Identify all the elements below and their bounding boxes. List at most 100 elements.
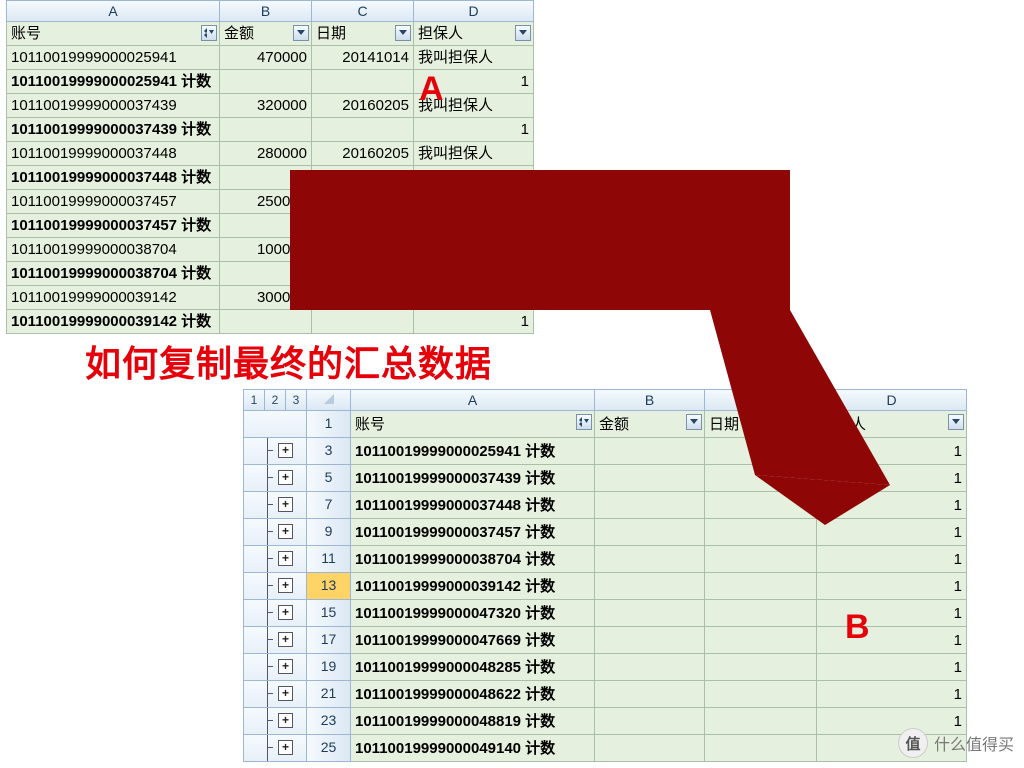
col-header-D[interactable]: D <box>414 0 534 22</box>
row-header[interactable]: 13 <box>307 573 351 600</box>
cell[interactable] <box>220 310 312 334</box>
expand-button[interactable]: + <box>278 713 293 728</box>
cell[interactable]: 1 <box>414 70 534 94</box>
cell[interactable] <box>312 166 414 190</box>
cell[interactable]: 1 <box>817 465 967 492</box>
cell[interactable] <box>705 438 817 465</box>
cell[interactable] <box>705 627 817 654</box>
cell[interactable]: 10110019999000025941 计数 <box>6 70 220 94</box>
cell[interactable]: 320000 <box>220 94 312 118</box>
cell[interactable]: 1 <box>414 310 534 334</box>
cell[interactable] <box>705 654 817 681</box>
filter-cell-date[interactable]: 日期 <box>705 411 817 438</box>
expand-button[interactable]: + <box>278 497 293 512</box>
expand-button[interactable]: + <box>278 632 293 647</box>
cell[interactable] <box>705 465 817 492</box>
filter-cell-guarantor[interactable]: 担保人 <box>414 22 534 46</box>
col-header-A-b[interactable]: A <box>351 389 595 411</box>
expand-button[interactable]: + <box>278 551 293 566</box>
cell[interactable]: 1 <box>414 214 534 238</box>
cell[interactable]: 我叫担保人 <box>414 286 534 310</box>
cell[interactable] <box>220 118 312 142</box>
cell[interactable]: 10110019999000037448 计数 <box>6 166 220 190</box>
filter-button[interactable] <box>798 414 814 430</box>
row-header[interactable]: 15 <box>307 600 351 627</box>
expand-button[interactable]: + <box>278 443 293 458</box>
cell[interactable]: 10110019999000039142 计数 <box>351 573 595 600</box>
cell[interactable] <box>705 681 817 708</box>
expand-button[interactable]: + <box>278 605 293 620</box>
cell[interactable] <box>595 735 705 762</box>
cell[interactable]: 20160205 <box>312 142 414 166</box>
cell[interactable] <box>595 546 705 573</box>
cell[interactable]: 20160324 <box>312 238 414 262</box>
cell[interactable] <box>220 214 312 238</box>
cell[interactable]: 10110019999000038704 <box>6 238 220 262</box>
cell[interactable] <box>312 214 414 238</box>
col-header-A[interactable]: A <box>6 0 220 22</box>
filter-button[interactable] <box>948 414 964 430</box>
cell[interactable]: 10110019999000038704 计数 <box>6 262 220 286</box>
cell[interactable]: 1 <box>817 681 967 708</box>
cell[interactable] <box>312 118 414 142</box>
cell[interactable]: 10110019999000047320 计数 <box>351 600 595 627</box>
cell[interactable]: 10110019999000037439 计数 <box>6 118 220 142</box>
cell[interactable]: 10110019999000037457 计数 <box>351 519 595 546</box>
cell[interactable] <box>595 438 705 465</box>
cell[interactable] <box>595 465 705 492</box>
filter-cell-guarantor[interactable]: 担保人 <box>817 411 967 438</box>
filter-button[interactable] <box>395 25 411 41</box>
cell[interactable]: 10110019999000039142 <box>6 286 220 310</box>
row-header[interactable]: 25 <box>307 735 351 762</box>
cell[interactable] <box>312 262 414 286</box>
expand-button[interactable]: + <box>278 470 293 485</box>
cell[interactable]: 20141014 <box>312 46 414 70</box>
cell[interactable]: 1 <box>817 573 967 600</box>
cell[interactable] <box>595 600 705 627</box>
row-header[interactable]: 5 <box>307 465 351 492</box>
cell[interactable]: 1 <box>414 166 534 190</box>
cell[interactable] <box>705 600 817 627</box>
outline-level-1[interactable]: 1 <box>243 389 265 411</box>
col-header-B[interactable]: B <box>220 0 312 22</box>
row-header[interactable]: 19 <box>307 654 351 681</box>
cell[interactable]: 10110019999000049140 计数 <box>351 735 595 762</box>
cell[interactable] <box>705 735 817 762</box>
cell[interactable]: 1 <box>817 438 967 465</box>
cell[interactable]: 300000 <box>220 286 312 310</box>
col-header-C[interactable]: C <box>312 0 414 22</box>
cell[interactable] <box>595 573 705 600</box>
filter-button[interactable] <box>576 414 592 430</box>
cell[interactable] <box>220 70 312 94</box>
cell[interactable]: 10110019999000037457 <box>6 190 220 214</box>
expand-button[interactable]: + <box>278 659 293 674</box>
expand-button[interactable]: + <box>278 524 293 539</box>
cell[interactable] <box>595 654 705 681</box>
cell[interactable]: 10110019999000037439 <box>6 94 220 118</box>
cell[interactable]: 10110019999000037439 计数 <box>351 465 595 492</box>
filter-button[interactable] <box>515 25 531 41</box>
cell[interactable]: 10110019999000037457 计数 <box>6 214 220 238</box>
filter-cell-acct[interactable]: 账号 <box>6 22 220 46</box>
cell[interactable]: 10110019999000039142 计数 <box>6 310 220 334</box>
cell[interactable]: 1 <box>817 492 967 519</box>
cell[interactable]: 10110019999000048285 计数 <box>351 654 595 681</box>
filter-cell-amount[interactable]: 金额 <box>595 411 705 438</box>
cell[interactable]: 10110019999000048622 计数 <box>351 681 595 708</box>
outline-level-2[interactable]: 2 <box>265 389 286 411</box>
row-header[interactable]: 11 <box>307 546 351 573</box>
row-header[interactable]: 21 <box>307 681 351 708</box>
col-header-C-b[interactable]: C <box>705 389 817 411</box>
cell[interactable]: 10110019999000038704 计数 <box>351 546 595 573</box>
cell[interactable] <box>595 708 705 735</box>
cell[interactable] <box>705 519 817 546</box>
cell[interactable] <box>705 573 817 600</box>
row-header[interactable]: 3 <box>307 438 351 465</box>
cell[interactable] <box>220 166 312 190</box>
cell[interactable]: 1 <box>817 519 967 546</box>
cell[interactable]: 10110019999000025941 计数 <box>351 438 595 465</box>
row-header[interactable]: 17 <box>307 627 351 654</box>
row-header[interactable]: 7 <box>307 492 351 519</box>
cell[interactable]: 470000 <box>220 46 312 70</box>
cell[interactable]: 20160205 <box>312 94 414 118</box>
